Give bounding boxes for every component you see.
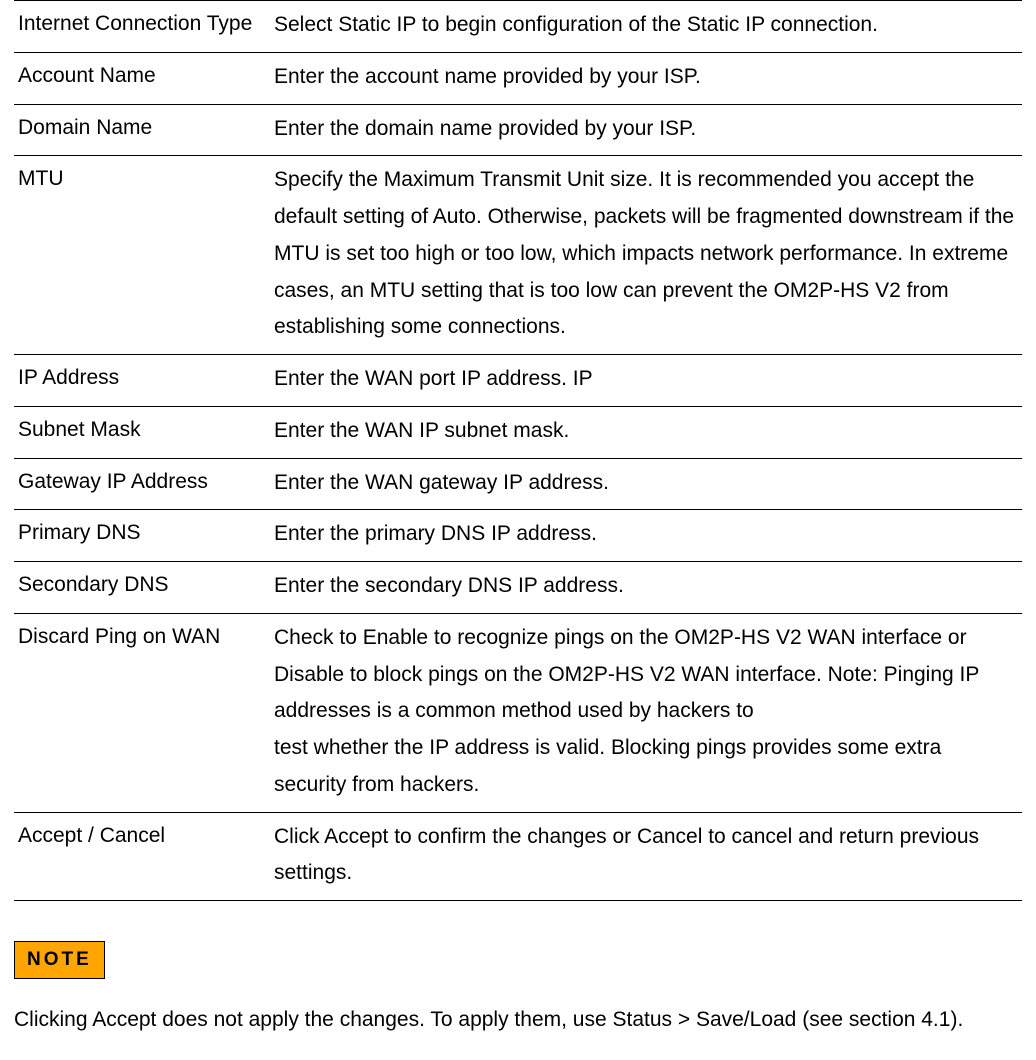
table-row: Gateway IP Address Enter the WAN gateway… <box>14 458 1022 510</box>
row-label: Account Name <box>14 52 270 104</box>
row-desc: Click Accept to confirm the changes or C… <box>270 812 1022 901</box>
table-row: IP Address Enter the WAN port IP address… <box>14 355 1022 407</box>
row-desc: Enter the WAN port IP address. IP <box>270 355 1022 407</box>
row-label: Gateway IP Address <box>14 458 270 510</box>
row-desc: Specify the Maximum Transmit Unit size. … <box>270 156 1022 355</box>
row-label: IP Address <box>14 355 270 407</box>
row-desc: Enter the secondary DNS IP address. <box>270 562 1022 614</box>
table-row: Account Name Enter the account name prov… <box>14 52 1022 104</box>
row-desc: Enter the domain name provided by your I… <box>270 104 1022 156</box>
table-row: Discard Ping on WAN Check to Enable to r… <box>14 613 1022 812</box>
row-label: Discard Ping on WAN <box>14 613 270 812</box>
row-desc: Enter the WAN IP subnet mask. <box>270 406 1022 458</box>
note-badge: NOTE <box>14 941 105 979</box>
table-row: Secondary DNS Enter the secondary DNS IP… <box>14 562 1022 614</box>
row-label: Accept / Cancel <box>14 812 270 901</box>
row-label: Internet Connection Type <box>14 1 270 53</box>
table-row: Domain Name Enter the domain name provid… <box>14 104 1022 156</box>
settings-table: Internet Connection Type Select Static I… <box>14 0 1022 901</box>
row-label: Secondary DNS <box>14 562 270 614</box>
table-row: Internet Connection Type Select Static I… <box>14 1 1022 53</box>
row-desc: Check to Enable to recognize pings on th… <box>270 613 1022 812</box>
row-desc: Enter the primary DNS IP address. <box>270 510 1022 562</box>
row-desc: Select Static IP to begin configuration … <box>270 1 1022 53</box>
table-row: Subnet Mask Enter the WAN IP subnet mask… <box>14 406 1022 458</box>
table-row: Accept / Cancel Click Accept to confirm … <box>14 812 1022 901</box>
note-text: Clicking Accept does not apply the chang… <box>14 1001 1022 1040</box>
row-label: Primary DNS <box>14 510 270 562</box>
table-row: MTU Specify the Maximum Transmit Unit si… <box>14 156 1022 355</box>
settings-table-body: Internet Connection Type Select Static I… <box>14 1 1022 901</box>
table-row: Primary DNS Enter the primary DNS IP add… <box>14 510 1022 562</box>
row-desc: Enter the WAN gateway IP address. <box>270 458 1022 510</box>
row-label: MTU <box>14 156 270 355</box>
row-label: Subnet Mask <box>14 406 270 458</box>
row-label: Domain Name <box>14 104 270 156</box>
row-desc: Enter the account name provided by your … <box>270 52 1022 104</box>
